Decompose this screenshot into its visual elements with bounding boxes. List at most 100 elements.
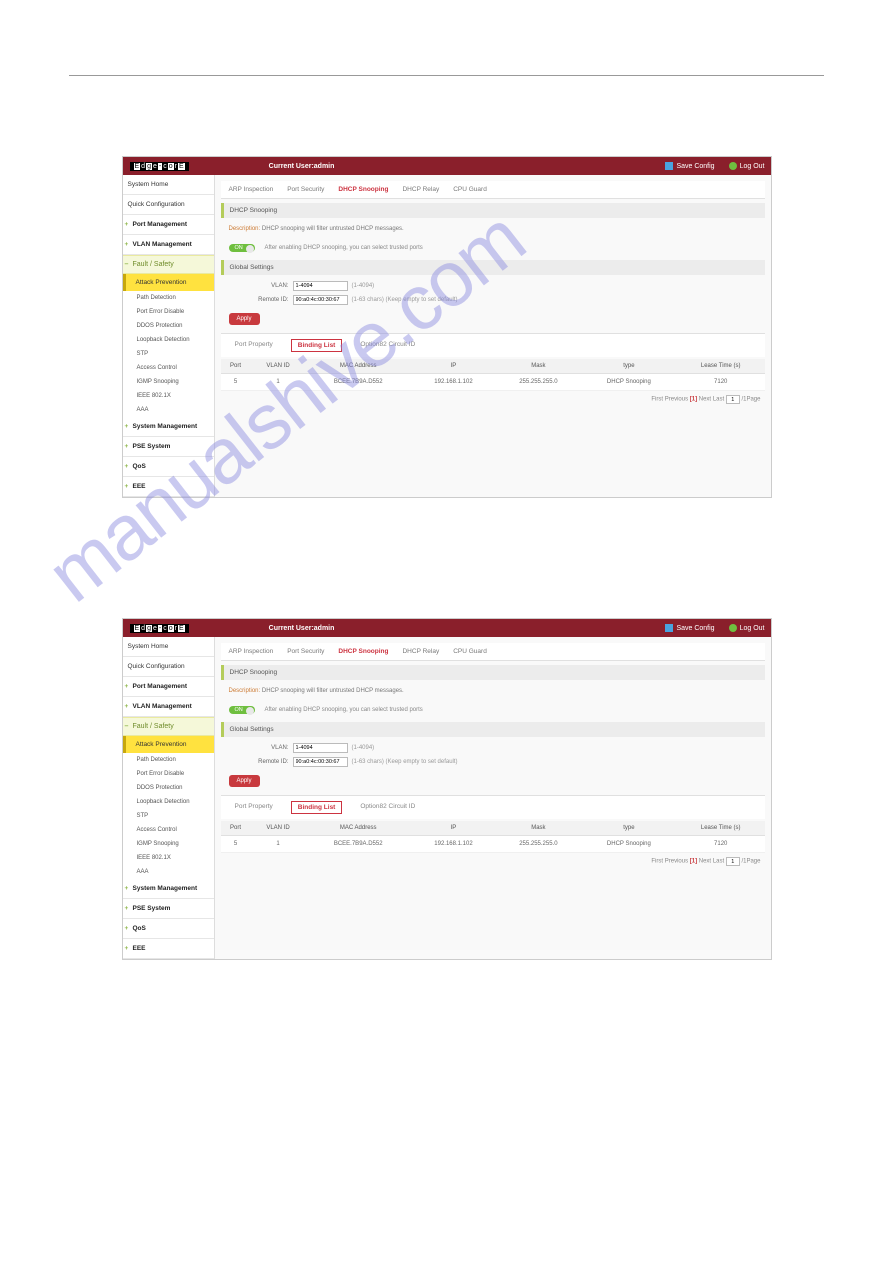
sidebar-subitem[interactable]: Loopback Detection bbox=[123, 333, 214, 347]
tab-dhcp-relay[interactable]: DHCP Relay bbox=[402, 186, 439, 193]
logout-button[interactable]: Log Out bbox=[729, 624, 765, 632]
sidebar-item-eee[interactable]: EEE bbox=[123, 477, 214, 497]
sidebar-item-eee[interactable]: EEE bbox=[123, 939, 214, 959]
table-header: VLAN ID bbox=[251, 359, 306, 374]
sidebar-item-attack-prevention[interactable]: Attack Prevention bbox=[123, 736, 214, 753]
sidebar-subitem[interactable]: IEEE 802.1X bbox=[123, 389, 214, 403]
sidebar-subitem[interactable]: Port Error Disable bbox=[123, 305, 214, 319]
tab-port-security[interactable]: Port Security bbox=[287, 648, 324, 655]
sidebar-item-fault-safety[interactable]: Fault / Safety bbox=[123, 717, 214, 736]
sidebar-subitem[interactable]: Path Detection bbox=[123, 753, 214, 767]
sidebar-subitem[interactable]: DDOS Protection bbox=[123, 781, 214, 795]
page-divider bbox=[69, 75, 824, 76]
sidebar-item-quick-config[interactable]: Quick Configuration bbox=[123, 657, 214, 677]
subtab-binding-list[interactable]: Binding List bbox=[291, 339, 343, 352]
sidebar-subitem[interactable]: Path Detection bbox=[123, 291, 214, 305]
save-config-button[interactable]: Save Config bbox=[665, 162, 714, 170]
power-icon bbox=[729, 162, 737, 170]
pager-input[interactable] bbox=[726, 857, 740, 866]
sidebar-item-system-management[interactable]: System Management bbox=[123, 417, 214, 437]
sidebar-subitem[interactable]: IEEE 802.1X bbox=[123, 851, 214, 865]
subtab-option82-circuit-id[interactable]: Option82 Circuit ID bbox=[354, 339, 421, 352]
sidebar-item-qos[interactable]: QoS bbox=[123, 457, 214, 477]
table-header: MAC Address bbox=[305, 359, 411, 374]
sidebar-item-port-management[interactable]: Port Management bbox=[123, 215, 214, 235]
sidebar-subitem[interactable]: STP bbox=[123, 809, 214, 823]
topbar: Edge-corE Current User:admin Save Config… bbox=[123, 157, 771, 175]
sidebar-subitem[interactable]: AAA bbox=[123, 403, 214, 417]
sidebar-subitem[interactable]: Loopback Detection bbox=[123, 795, 214, 809]
cell-port[interactable]: 5 bbox=[221, 374, 251, 391]
logout-button[interactable]: Log Out bbox=[729, 162, 765, 170]
cell-mac: BCEE.7B9A.D552 bbox=[305, 374, 411, 391]
sidebar-item-fault-safety[interactable]: Fault / Safety bbox=[123, 255, 214, 274]
tab-dhcp-snooping[interactable]: DHCP Snooping bbox=[338, 186, 388, 193]
subtab-binding-list[interactable]: Binding List bbox=[291, 801, 343, 814]
apply-button[interactable]: Apply bbox=[229, 313, 260, 325]
table-header: MAC Address bbox=[305, 821, 411, 836]
sidebar-item-system-management[interactable]: System Management bbox=[123, 879, 214, 899]
save-icon bbox=[665, 162, 673, 170]
pager-input[interactable] bbox=[726, 395, 740, 404]
sidebar-item-system-home[interactable]: System Home bbox=[123, 637, 214, 657]
save-config-button[interactable]: Save Config bbox=[665, 624, 714, 632]
sidebar-item-system-home[interactable]: System Home bbox=[123, 175, 214, 195]
remote-id-input[interactable] bbox=[293, 757, 348, 767]
tab-arp-inspection[interactable]: ARP Inspection bbox=[229, 186, 274, 193]
apply-button[interactable]: Apply bbox=[229, 775, 260, 787]
save-config-label: Save Config bbox=[676, 625, 714, 632]
sidebar-subitem[interactable]: Access Control bbox=[123, 361, 214, 375]
subtab-option82-circuit-id[interactable]: Option82 Circuit ID bbox=[354, 801, 421, 814]
vlan-hint: (1-4094) bbox=[352, 283, 375, 289]
vlan-input[interactable] bbox=[293, 281, 348, 291]
sidebar-item-vlan-management[interactable]: VLAN Management bbox=[123, 235, 214, 255]
sidebar-item-vlan-management[interactable]: VLAN Management bbox=[123, 697, 214, 717]
sidebar-subitem[interactable]: AAA bbox=[123, 865, 214, 879]
sidebar-subitem[interactable]: DDOS Protection bbox=[123, 319, 214, 333]
pager-prev[interactable]: Previous bbox=[665, 859, 688, 865]
sidebar-subitem[interactable]: IGMP Snooping bbox=[123, 375, 214, 389]
pager-next[interactable]: Next bbox=[699, 859, 711, 865]
sidebar-item-attack-prevention[interactable]: Attack Prevention bbox=[123, 274, 214, 291]
description-row: Description: DHCP snooping will filter u… bbox=[221, 222, 765, 236]
pager-first[interactable]: First bbox=[651, 397, 663, 403]
sidebar-subitem[interactable]: STP bbox=[123, 347, 214, 361]
tab-port-security[interactable]: Port Security bbox=[287, 186, 324, 193]
pager-next[interactable]: Next bbox=[699, 397, 711, 403]
section-global-settings: Global Settings bbox=[221, 722, 765, 737]
subtab-port-property[interactable]: Port Property bbox=[229, 339, 279, 352]
tab-bar: ARP Inspection Port Security DHCP Snooping… bbox=[221, 181, 765, 199]
enable-toggle[interactable]: ON bbox=[229, 244, 255, 252]
tab-dhcp-snooping[interactable]: DHCP Snooping bbox=[338, 648, 388, 655]
vlan-label: VLAN: bbox=[229, 283, 289, 289]
sidebar-subitem[interactable]: Access Control bbox=[123, 823, 214, 837]
table-header: VLAN ID bbox=[251, 821, 306, 836]
tab-cpu-guard[interactable]: CPU Guard bbox=[453, 648, 487, 655]
app-window: Edge-corE Current User:admin Save Config… bbox=[122, 618, 772, 960]
vlan-input[interactable] bbox=[293, 743, 348, 753]
pager-prev[interactable]: Previous bbox=[665, 397, 688, 403]
tab-cpu-guard[interactable]: CPU Guard bbox=[453, 186, 487, 193]
sidebar-subitem[interactable]: IGMP Snooping bbox=[123, 837, 214, 851]
enable-toggle[interactable]: ON bbox=[229, 706, 255, 714]
table-header: IP bbox=[411, 359, 496, 374]
remote-id-hint: (1-63 chars) (Keep empty to set default) bbox=[352, 297, 458, 303]
tab-arp-inspection[interactable]: ARP Inspection bbox=[229, 648, 274, 655]
cell-type: DHCP Snooping bbox=[581, 374, 677, 391]
subtab-port-property[interactable]: Port Property bbox=[229, 801, 279, 814]
sidebar-item-port-management[interactable]: Port Management bbox=[123, 677, 214, 697]
pager-last[interactable]: Last bbox=[713, 397, 724, 403]
pager-first[interactable]: First bbox=[651, 859, 663, 865]
logout-label: Log Out bbox=[740, 625, 765, 632]
sidebar-item-quick-config[interactable]: Quick Configuration bbox=[123, 195, 214, 215]
cell-port[interactable]: 5 bbox=[221, 836, 251, 853]
sidebar-item-pse-system[interactable]: PSE System bbox=[123, 437, 214, 457]
pager-last[interactable]: Last bbox=[713, 859, 724, 865]
cell-mask: 255.255.255.0 bbox=[496, 836, 581, 853]
tab-dhcp-relay[interactable]: DHCP Relay bbox=[402, 648, 439, 655]
sidebar-subitem[interactable]: Port Error Disable bbox=[123, 767, 214, 781]
sidebar-item-pse-system[interactable]: PSE System bbox=[123, 899, 214, 919]
sidebar-item-qos[interactable]: QoS bbox=[123, 919, 214, 939]
pager-current: [1] bbox=[690, 859, 697, 865]
remote-id-input[interactable] bbox=[293, 295, 348, 305]
